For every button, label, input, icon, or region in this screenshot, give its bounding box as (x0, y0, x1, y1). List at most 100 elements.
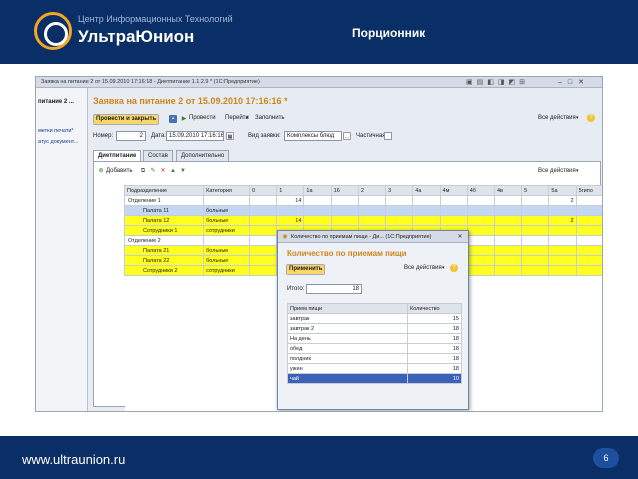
row-cell[interactable] (575, 255, 602, 266)
row-cell[interactable] (493, 225, 523, 236)
row-cell[interactable] (439, 215, 468, 226)
row-value-1[interactable] (276, 205, 305, 216)
table-row[interactable]: Палата 12 больные 14 2 (123, 215, 602, 226)
diet-col-11[interactable]: 4в (493, 185, 523, 196)
list-item[interactable]: чай 10 (287, 373, 462, 384)
row-category[interactable] (203, 235, 250, 246)
row-cell[interactable] (330, 205, 359, 216)
list-item[interactable]: завтрак 15 (287, 313, 462, 324)
meal-name[interactable]: обед (287, 343, 408, 354)
row-cell[interactable] (466, 225, 495, 236)
row-cell[interactable] (466, 255, 495, 266)
date-field[interactable]: 15.09.2010 17:16:16 (166, 131, 224, 141)
table-row[interactable]: Отделение 1 14 2 (123, 195, 602, 206)
diet-col-5[interactable]: 16 (330, 185, 359, 196)
row-department[interactable]: Палата 21 (123, 245, 205, 256)
row-cell[interactable] (357, 215, 387, 226)
row-cell[interactable] (575, 215, 602, 226)
dialog-all-actions-menu[interactable]: Все действия (404, 265, 442, 271)
row-value-5a[interactable] (548, 265, 577, 276)
row-department[interactable]: Отделение 2 (123, 235, 205, 246)
row-cell[interactable] (493, 255, 523, 266)
row-cell[interactable] (493, 195, 523, 206)
help-icon[interactable]: ? (587, 114, 595, 122)
row-cell[interactable] (575, 265, 602, 276)
meal-name[interactable]: чай (287, 373, 408, 384)
row-cell[interactable] (330, 195, 359, 206)
delete-icon[interactable]: ✕ (159, 167, 167, 175)
row-cell[interactable] (466, 205, 495, 216)
row-cell[interactable] (521, 235, 550, 246)
footer-url[interactable]: www.ultraunion.ru (22, 452, 125, 467)
row-cell[interactable] (466, 265, 495, 276)
meals-col-qty[interactable]: Количество (407, 303, 462, 314)
meal-qty[interactable]: 15 (407, 313, 462, 324)
diet-col-1[interactable]: Категория (203, 185, 250, 196)
diet-col-10[interactable]: 4б (466, 185, 495, 196)
row-value-5a[interactable] (548, 225, 577, 236)
move-up-icon[interactable]: ▲ (169, 167, 177, 175)
row-cell[interactable] (521, 225, 550, 236)
list-item[interactable]: полдник 18 (287, 353, 462, 364)
row-department[interactable]: Отделение 1 (123, 195, 205, 206)
diet-col-7[interactable]: 3 (385, 185, 414, 196)
diet-col-8[interactable]: 4а (412, 185, 441, 196)
dialog-help-icon[interactable]: ? (450, 264, 458, 272)
row-cell[interactable] (357, 205, 387, 216)
row-cell[interactable] (357, 195, 387, 206)
row-cell[interactable] (385, 195, 414, 206)
row-cell[interactable] (439, 195, 468, 206)
row-cell[interactable] (303, 205, 332, 216)
row-cell[interactable] (330, 215, 359, 226)
meal-name[interactable]: завтрак 2 (287, 323, 408, 334)
row-cell[interactable] (248, 235, 278, 246)
edit-icon[interactable]: ✎ (149, 167, 157, 175)
row-cell[interactable] (493, 205, 523, 216)
diet-col-6[interactable]: 2 (357, 185, 387, 196)
row-cell[interactable] (575, 195, 602, 206)
row-category[interactable]: больные (203, 245, 250, 256)
row-cell[interactable] (521, 195, 550, 206)
row-cell[interactable] (466, 195, 495, 206)
row-cell[interactable] (493, 245, 523, 256)
row-cell[interactable] (521, 245, 550, 256)
diet-col-12[interactable]: 5 (521, 185, 550, 196)
row-cell[interactable] (248, 195, 278, 206)
fill-button[interactable]: Заполнить (255, 115, 284, 121)
row-cell[interactable] (248, 215, 278, 226)
row-cell[interactable] (521, 265, 550, 276)
row-cell[interactable] (412, 215, 441, 226)
tab-composition[interactable]: Состав (143, 150, 173, 161)
move-down-icon[interactable]: ▼ (179, 167, 187, 175)
meal-name[interactable]: На день (287, 333, 408, 344)
add-button[interactable]: Добавить (106, 168, 133, 174)
row-cell[interactable] (575, 235, 602, 246)
left-panel-item-3[interactable]: атус документ... (38, 139, 78, 145)
partial-checkbox[interactable] (384, 132, 392, 140)
row-cell[interactable] (248, 255, 278, 266)
row-value-5a[interactable] (548, 235, 577, 246)
row-cell[interactable] (493, 215, 523, 226)
diet-col-13[interactable]: 5а (548, 185, 577, 196)
row-department[interactable]: Палата 12 (123, 215, 205, 226)
meal-qty[interactable]: 18 (407, 363, 462, 374)
meal-qty[interactable]: 18 (407, 343, 462, 354)
row-cell[interactable] (575, 205, 602, 216)
meal-name[interactable]: завтрак (287, 313, 408, 324)
row-cell[interactable] (385, 205, 414, 216)
row-cell[interactable] (385, 215, 414, 226)
all-actions-menu[interactable]: Все действия (538, 115, 576, 121)
row-cell[interactable] (575, 245, 602, 256)
post-icon[interactable]: ▶ (180, 115, 188, 123)
row-value-5a[interactable] (548, 245, 577, 256)
row-cell[interactable] (412, 205, 441, 216)
calendar-icon[interactable]: ▦ (226, 132, 234, 140)
number-field[interactable]: 2 (116, 131, 146, 141)
left-panel-item-2[interactable]: метки печати* (38, 128, 74, 134)
diet-col-2[interactable]: 0 (248, 185, 278, 196)
post-and-close-button[interactable]: Провести и закрыть (93, 114, 160, 125)
row-value-5a[interactable] (548, 205, 577, 216)
row-department[interactable]: Палата 22 (123, 255, 205, 266)
add-icon[interactable]: ⊕ (97, 167, 105, 175)
row-cell[interactable] (248, 205, 278, 216)
